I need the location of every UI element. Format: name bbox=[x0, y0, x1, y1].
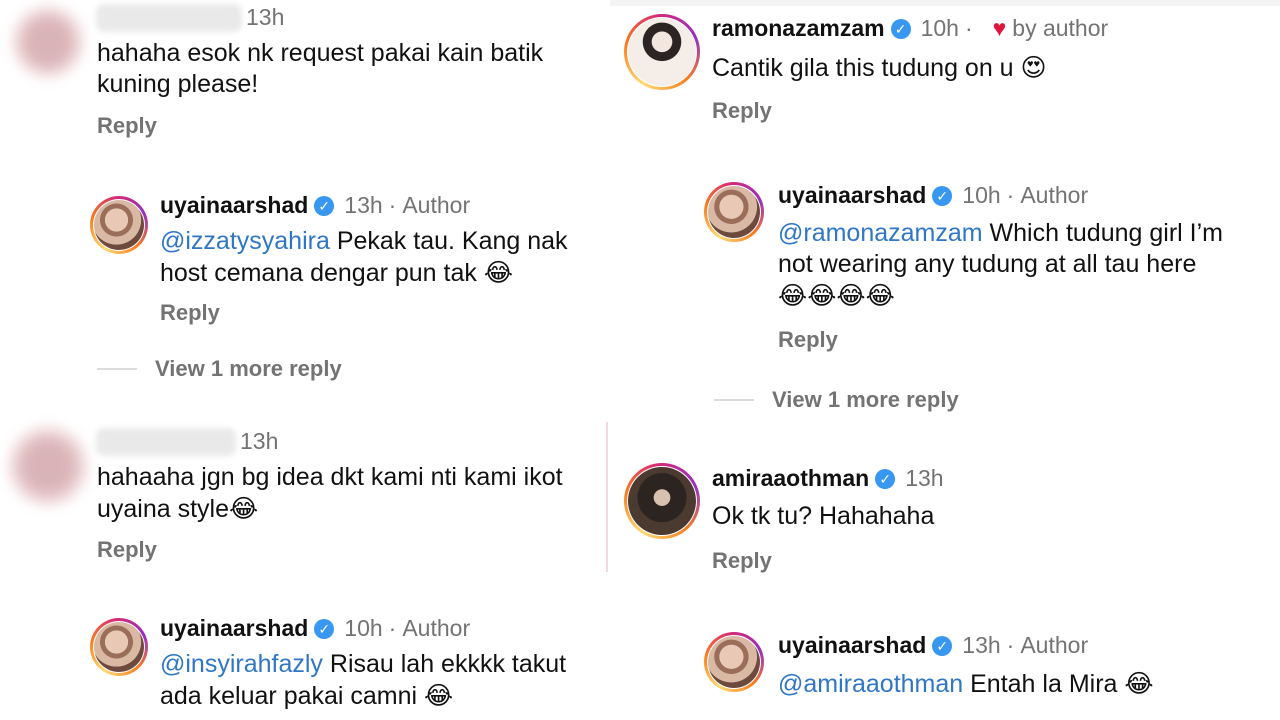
right-comments-panel: ramonazamzam ✓ 10h · ♥ by author Cantik … bbox=[610, 0, 1280, 720]
left-comments-panel: 13h hahaha esok nk request pakai kain ba… bbox=[0, 0, 606, 720]
blurred-username bbox=[96, 428, 236, 456]
comment-meta: amiraaothman ✓ 13h bbox=[712, 465, 944, 492]
reply-button[interactable]: Reply bbox=[97, 113, 157, 139]
reply-time: 10h bbox=[344, 615, 383, 641]
view-more-line bbox=[97, 368, 137, 370]
reply-meta: uyainaarshad ✓ 10h · Author bbox=[778, 182, 1088, 209]
reply-time: 13h bbox=[344, 192, 383, 218]
reply-text-block: @insyirahfazly Risau lah ekkkk takut ada… bbox=[160, 649, 600, 712]
user-avatar[interactable] bbox=[704, 182, 764, 242]
emoji: 😂 bbox=[229, 494, 259, 523]
panel-divider-mark bbox=[606, 422, 608, 572]
author-label: Author bbox=[402, 192, 471, 218]
verified-badge-icon: ✓ bbox=[875, 468, 896, 489]
username[interactable]: uyainaarshad bbox=[778, 182, 926, 209]
reply-button[interactable]: Reply bbox=[160, 300, 220, 326]
comment-text-block: Cantik gila this tudung on u 😍 bbox=[712, 52, 1272, 84]
blurred-avatar bbox=[12, 6, 84, 78]
reply-text: Entah la Mira bbox=[963, 670, 1125, 698]
separator-dot: · bbox=[964, 15, 973, 41]
reply-meta: uyainaarshad ✓ 10h · Author bbox=[160, 615, 470, 642]
view-more-replies[interactable]: View 1 more reply bbox=[714, 387, 959, 413]
view-more-label: View 1 more reply bbox=[772, 387, 959, 412]
comment-meta: ramonazamzam ✓ 10h · ♥ by author bbox=[712, 15, 1108, 42]
reply-button[interactable]: Reply bbox=[97, 537, 157, 563]
separator-dot: · bbox=[388, 615, 397, 641]
reply-meta: uyainaarshad ✓ 13h · Author bbox=[160, 192, 470, 219]
comment-time: 10h bbox=[920, 15, 959, 41]
reply-text-block: @izzatysyahira Pekak tau. Kang nak host … bbox=[160, 226, 600, 289]
comment-text: hahaahа jgn bg idea dkt kami nti kami ik… bbox=[97, 463, 563, 523]
verified-badge-icon: ✓ bbox=[932, 635, 953, 656]
reply-button[interactable]: Reply bbox=[712, 98, 772, 124]
user-avatar[interactable] bbox=[624, 463, 700, 539]
user-avatar[interactable] bbox=[90, 618, 148, 676]
separator-dot: · bbox=[1006, 632, 1015, 658]
author-label: Author bbox=[1020, 632, 1089, 658]
reply-meta: uyainaarshad ✓ 13h · Author bbox=[778, 632, 1088, 659]
comment-time: 13h bbox=[905, 465, 944, 491]
blurred-avatar bbox=[8, 426, 88, 506]
username[interactable]: uyainaarshad bbox=[160, 192, 308, 219]
comment-text-block: hahaahа jgn bg idea dkt kami nti kami ik… bbox=[97, 462, 602, 525]
author-label: Author bbox=[402, 615, 471, 641]
reply-time: 10h bbox=[962, 182, 1001, 208]
emoji: 😂 bbox=[1124, 669, 1154, 698]
blurred-username bbox=[96, 4, 242, 32]
view-more-replies[interactable]: View 1 more reply bbox=[97, 356, 342, 382]
comment-time: 13h bbox=[240, 428, 279, 454]
mention-link[interactable]: @insyirahfazly bbox=[160, 650, 323, 678]
emoji: 😂 bbox=[424, 681, 454, 710]
reply-button[interactable]: Reply bbox=[778, 327, 838, 353]
reply-time: 13h bbox=[962, 632, 1001, 658]
top-edge bbox=[610, 0, 1280, 6]
comment-time: 13h bbox=[246, 4, 285, 30]
heart-icon: ♥ bbox=[992, 15, 1007, 41]
emoji: 😍 bbox=[1020, 53, 1047, 82]
separator-dot: · bbox=[388, 192, 397, 218]
view-more-label: View 1 more reply bbox=[155, 356, 342, 381]
verified-badge-icon: ✓ bbox=[314, 195, 335, 216]
user-avatar[interactable] bbox=[624, 14, 700, 90]
view-more-line bbox=[714, 399, 754, 401]
user-avatar[interactable] bbox=[90, 196, 148, 254]
mention-link[interactable]: @amiraaothman bbox=[778, 670, 963, 698]
comment-text: Cantik gila this tudung on u bbox=[712, 54, 1021, 82]
emoji: 😂 bbox=[483, 258, 514, 287]
verified-badge-icon: ✓ bbox=[314, 618, 335, 639]
reply-text-block: @ramonazamzam Which tudung girl I’m not … bbox=[778, 218, 1258, 312]
liked-by-author-label: by author bbox=[1012, 15, 1109, 41]
comment-meta: 13h bbox=[246, 4, 284, 31]
comment-text: hahaha esok nk request pakai kain batik … bbox=[97, 39, 544, 98]
username[interactable]: uyainaarshad bbox=[778, 632, 926, 659]
separator-dot: · bbox=[1006, 182, 1015, 208]
verified-badge-icon: ✓ bbox=[932, 185, 953, 206]
reply-text-block: @amiraaothman Entah la Mira 😂 bbox=[778, 668, 1258, 700]
username[interactable]: uyainaarshad bbox=[160, 615, 308, 642]
reply-button[interactable]: Reply bbox=[712, 548, 772, 574]
comment-text: Ok tk tu? Hahahaha bbox=[712, 502, 935, 530]
user-avatar[interactable] bbox=[704, 632, 764, 692]
verified-badge-icon: ✓ bbox=[890, 18, 911, 39]
emoji: 😂😂😂😂 bbox=[778, 281, 895, 310]
username[interactable]: ramonazamzam bbox=[712, 15, 885, 42]
comment-meta: 13h bbox=[240, 428, 278, 455]
username[interactable]: amiraaothman bbox=[712, 465, 869, 492]
mention-link[interactable]: @izzatysyahira bbox=[160, 227, 330, 255]
author-label: Author bbox=[1020, 182, 1089, 208]
mention-link[interactable]: @ramonazamzam bbox=[778, 219, 983, 247]
